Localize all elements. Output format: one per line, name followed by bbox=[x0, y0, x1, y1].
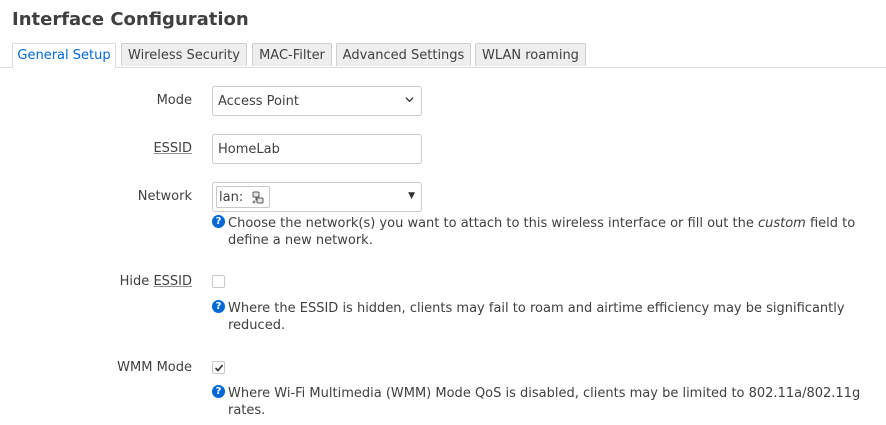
network-help: ? Choose the network(s) you want to atta… bbox=[212, 215, 872, 249]
tab-general-setup[interactable]: General Setup bbox=[12, 43, 116, 68]
dropdown-triangle-icon: ▼ bbox=[408, 191, 415, 201]
help-icon: ? bbox=[212, 385, 225, 398]
wmm-mode-help-text: Where Wi-Fi Multimedia (WMM) Mode QoS is… bbox=[228, 386, 861, 418]
hide-essid-help: ? Where the ESSID is hidden, clients may… bbox=[212, 300, 872, 334]
essid-input[interactable] bbox=[212, 134, 422, 164]
wmm-mode-help: ? Where Wi-Fi Multimedia (WMM) Mode QoS … bbox=[212, 385, 872, 419]
chevron-down-icon bbox=[405, 97, 414, 103]
network-label: Network bbox=[137, 189, 192, 204]
help-icon: ? bbox=[212, 300, 225, 313]
wmm-mode-checkbox[interactable] bbox=[212, 361, 225, 374]
network-tag-label: lan: bbox=[219, 190, 244, 205]
mode-select-value: Access Point bbox=[218, 94, 299, 109]
mode-select[interactable]: Access Point bbox=[212, 86, 422, 116]
hide-essid-label: Hide ESSID bbox=[119, 274, 192, 289]
network-help-text: Choose the network(s) you want to attach… bbox=[228, 216, 856, 248]
hide-essid-checkbox[interactable] bbox=[212, 275, 225, 288]
mode-label: Mode bbox=[156, 93, 192, 108]
network-plug-icon bbox=[252, 191, 264, 204]
help-icon: ? bbox=[212, 215, 225, 228]
tab-wireless-security[interactable]: Wireless Security bbox=[121, 43, 247, 66]
page-title: Interface Configuration bbox=[12, 9, 249, 30]
checkmark-icon bbox=[214, 364, 224, 372]
tab-advanced-settings[interactable]: Advanced Settings bbox=[336, 43, 471, 66]
tab-bar: General Setup Wireless Security MAC-Filt… bbox=[0, 43, 886, 68]
tab-mac-filter[interactable]: MAC-Filter bbox=[252, 43, 332, 66]
essid-label: ESSID bbox=[153, 141, 192, 156]
network-tag-lan[interactable]: lan: bbox=[216, 186, 270, 208]
wmm-mode-label: WMM Mode bbox=[117, 360, 192, 375]
tab-wlan-roaming[interactable]: WLAN roaming bbox=[475, 43, 586, 66]
network-multiselect[interactable]: lan: ▼ bbox=[212, 182, 422, 212]
hide-essid-help-text: Where the ESSID is hidden, clients may f… bbox=[228, 301, 845, 333]
